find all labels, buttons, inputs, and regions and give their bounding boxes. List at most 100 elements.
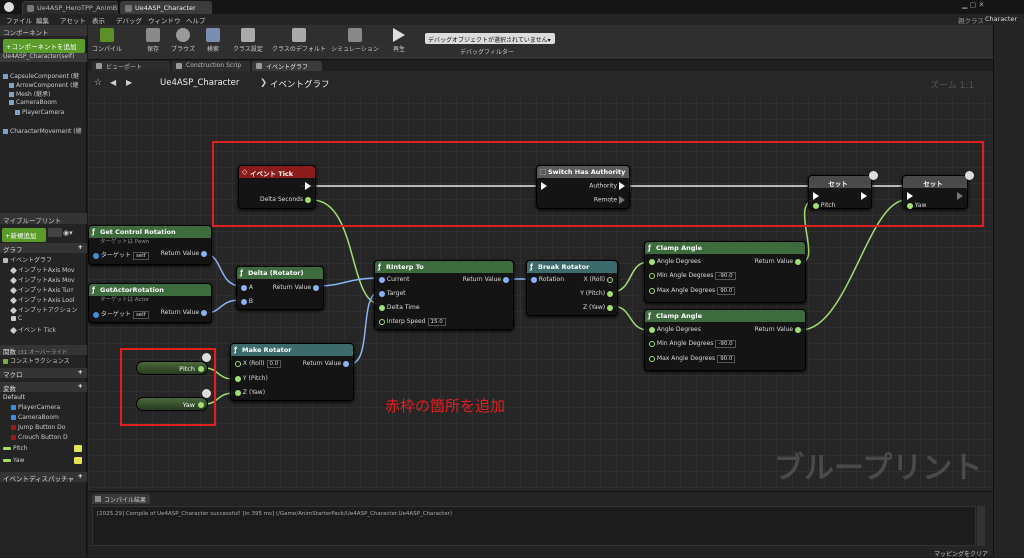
pin-z-yaw[interactable]: Z (Yaw) bbox=[235, 389, 265, 396]
node-get-control-rotation[interactable]: ƒ Get Control Rotation ターゲットは Pawn ターゲット s… bbox=[88, 225, 212, 265]
pin-default-value[interactable]: -90.0 bbox=[715, 340, 736, 348]
node-clamp-angle-2[interactable]: ƒ Clamp Angle Angle Degrees Min Angle Deg… bbox=[644, 309, 806, 371]
variable-item[interactable]: PlayerCamera bbox=[0, 404, 87, 413]
menu-help[interactable]: ヘルプ bbox=[186, 15, 206, 25]
component-arrow[interactable]: ArrowComponent (継 bbox=[0, 80, 87, 89]
pin-return[interactable]: Return Value bbox=[755, 258, 801, 265]
pin-default-value[interactable]: 90.0 bbox=[717, 287, 736, 295]
tab-compiler-results[interactable]: コンパイル結果 bbox=[92, 494, 151, 504]
dispatchers-section[interactable]: イベントディスパッチャ + bbox=[0, 472, 87, 483]
variable-item[interactable]: CameraBoom bbox=[0, 414, 87, 423]
pin-interp-speed[interactable]: Interp Speed 15.0 bbox=[379, 318, 446, 326]
pin-default-value[interactable]: 0.0 bbox=[266, 360, 282, 368]
pin-return[interactable]: Return Value bbox=[161, 250, 207, 257]
tab-viewport[interactable]: ビューポート bbox=[92, 61, 170, 71]
eye-visibility-icon[interactable] bbox=[74, 457, 82, 464]
tab-construction-script[interactable]: Construction Scrip bbox=[172, 61, 250, 71]
event-graph-canvas[interactable]: ☆ ◀ ▶ Ue4ASP_Character ❯ イベントグラフ ズーム 1:1 bbox=[88, 71, 993, 491]
pin-return[interactable]: Return Value bbox=[303, 360, 349, 367]
pin-a[interactable]: A bbox=[241, 284, 253, 291]
component-charmovement[interactable]: CharacterMovement (継 bbox=[0, 126, 87, 135]
pin-current[interactable]: Current bbox=[379, 276, 409, 283]
tree-item[interactable]: イベント Tick bbox=[0, 325, 87, 334]
pin-x-roll[interactable]: X (Roll) 0.0 bbox=[235, 360, 282, 368]
log-scrollbar[interactable] bbox=[977, 506, 985, 546]
tree-item[interactable]: インプットアクション bbox=[0, 305, 87, 314]
pin-default-value[interactable]: -90.0 bbox=[715, 272, 736, 280]
pin-max-angle[interactable]: Max Angle Degrees 90.0 bbox=[649, 355, 736, 363]
parent-class-link[interactable]: Character bbox=[985, 15, 1017, 23]
pin-rotation[interactable]: Rotation bbox=[531, 276, 564, 283]
pin-target[interactable]: ターゲット self bbox=[93, 309, 149, 319]
browse-button[interactable]: ブラウズ bbox=[166, 27, 200, 58]
functions-section[interactable]: 関数 (31 オーバーライド bbox=[0, 345, 87, 356]
tree-item[interactable]: インプットAxis Mov bbox=[0, 275, 87, 284]
search-icon[interactable] bbox=[48, 228, 62, 237]
simulation-button[interactable]: シミュレーション bbox=[330, 27, 380, 58]
pin-default-value[interactable]: 15.0 bbox=[427, 318, 446, 326]
pin-min-angle[interactable]: Min Angle Degrees -90.0 bbox=[649, 272, 736, 280]
tree-default-category[interactable]: Default bbox=[0, 394, 87, 403]
pin-default-value[interactable]: 90.0 bbox=[717, 355, 736, 363]
eye-visibility-icon[interactable] bbox=[74, 445, 82, 452]
pin-angle-degrees[interactable]: Angle Degrees bbox=[649, 326, 701, 333]
tree-item[interactable]: インプットAxis Turr bbox=[0, 285, 87, 294]
macros-section[interactable]: マクロ + bbox=[0, 368, 87, 379]
component-capsule[interactable]: CapsuleComponent (継 bbox=[0, 71, 87, 80]
pin-z-yaw[interactable]: Z (Yaw) bbox=[583, 304, 613, 311]
tab-event-graph[interactable]: イベントグラフ bbox=[252, 61, 322, 71]
pin-y-pitch[interactable]: Y (Pitch) bbox=[235, 375, 268, 382]
node-rinterp-to[interactable]: ƒ RInterp To Current Target Delta Time In… bbox=[374, 260, 514, 330]
menu-window[interactable]: ウィンドウ bbox=[148, 15, 181, 25]
tree-item[interactable]: C bbox=[0, 315, 87, 324]
menu-file[interactable]: ファイル bbox=[6, 15, 32, 25]
debug-object-select[interactable]: デバッグオブジェクトが選択されていません▾ bbox=[425, 33, 555, 44]
eye-icon[interactable]: ◉▾ bbox=[63, 229, 73, 237]
variable-item[interactable]: Crouch Button D bbox=[0, 434, 87, 443]
new-add-button[interactable]: +新規追加 bbox=[2, 228, 46, 242]
pin-y-pitch[interactable]: Y (Pitch) bbox=[580, 290, 613, 297]
node-clamp-angle-1[interactable]: ƒ Clamp Angle Angle Degrees Min Angle Deg… bbox=[644, 241, 806, 303]
add-macro-icon[interactable]: + bbox=[78, 368, 83, 376]
variable-pitch[interactable]: Pitch bbox=[0, 445, 87, 454]
tree-item[interactable]: インプットAxis Mov bbox=[0, 265, 87, 274]
add-graph-icon[interactable]: + bbox=[78, 243, 83, 251]
variable-yaw[interactable]: Yaw bbox=[0, 457, 87, 466]
pin-min-angle[interactable]: Min Angle Degrees -90.0 bbox=[649, 340, 736, 348]
search-button[interactable]: 検索 bbox=[196, 27, 230, 58]
compile-button[interactable]: コンパイル bbox=[90, 27, 124, 58]
tree-item[interactable]: インプットAxis Lool bbox=[0, 295, 87, 304]
add-variable-icon[interactable]: + bbox=[78, 382, 83, 390]
pin-target[interactable]: ターゲット self bbox=[93, 250, 149, 260]
graph-section[interactable]: グラフ + bbox=[0, 243, 87, 254]
menu-asset[interactable]: アセット bbox=[60, 15, 86, 25]
tree-construction[interactable]: コンストラクションス bbox=[0, 356, 87, 365]
variable-item[interactable]: Jump Button Do bbox=[0, 424, 87, 433]
node-break-rotator[interactable]: ƒ Break Rotator Rotation X (Roll) Y (Pitc… bbox=[526, 260, 618, 316]
tree-event-graph[interactable]: イベントグラフ bbox=[0, 255, 87, 264]
pin-x-roll[interactable]: X (Roll) bbox=[583, 276, 613, 283]
window-controls[interactable]: ▁ ▢ ✕ bbox=[962, 1, 984, 9]
window-tab-character[interactable]: Ue4ASP_Character bbox=[120, 1, 212, 14]
pin-return[interactable]: Return Value bbox=[463, 276, 509, 283]
pin-b[interactable]: B bbox=[241, 298, 253, 305]
node-delta-rotator[interactable]: ƒ Delta (Rotator) A B Return Value bbox=[236, 266, 324, 310]
play-button[interactable]: 再生 bbox=[382, 27, 416, 58]
pin-target[interactable]: Target bbox=[379, 290, 405, 297]
pin-max-angle[interactable]: Max Angle Degrees 90.0 bbox=[649, 287, 736, 295]
component-self[interactable]: Ue4ASP_Character(self) bbox=[0, 53, 87, 62]
add-component-button[interactable]: +コンポーネントを追加 bbox=[3, 39, 85, 53]
save-button[interactable]: 保存 bbox=[136, 27, 170, 58]
component-mesh[interactable]: Mesh (継承) bbox=[0, 89, 87, 98]
pin-return[interactable]: Return Value bbox=[273, 284, 319, 291]
pin-delta-time[interactable]: Delta Time bbox=[379, 304, 420, 311]
menu-edit[interactable]: 編集 bbox=[36, 15, 49, 25]
add-dispatcher-icon[interactable]: + bbox=[78, 472, 83, 480]
menu-debug[interactable]: デバッグ bbox=[116, 15, 142, 25]
window-tab-animbp[interactable]: Ue4ASP_HeroTPP_AnimB bbox=[22, 1, 118, 14]
pin-angle-degrees[interactable]: Angle Degrees bbox=[649, 258, 701, 265]
menu-view[interactable]: 表示 bbox=[92, 15, 105, 25]
node-make-rotator[interactable]: ƒ Make Rotator X (Roll) 0.0 Y (Pitch) Z (Y… bbox=[230, 343, 354, 401]
component-playercamera[interactable]: PlayerCamera bbox=[0, 109, 87, 118]
pin-return[interactable]: Return Value bbox=[755, 326, 801, 333]
